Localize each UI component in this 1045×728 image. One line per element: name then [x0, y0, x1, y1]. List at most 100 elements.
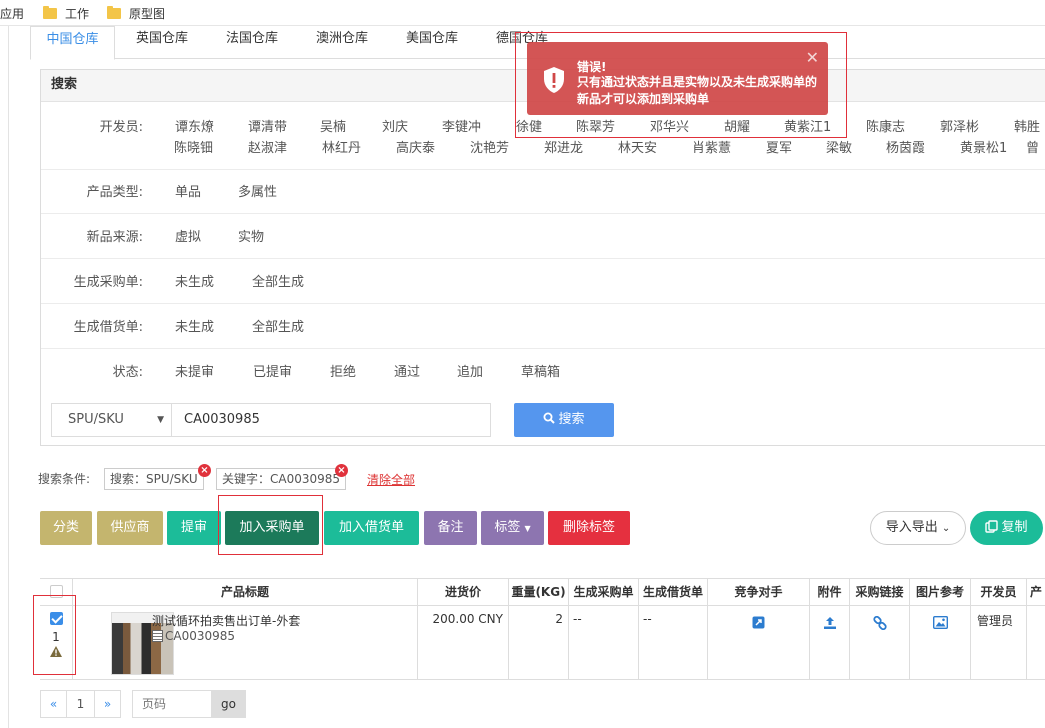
developer-option[interactable]: 郑进龙 [544, 137, 583, 156]
document-icon [152, 630, 163, 642]
developer-option[interactable]: 郭泽彬 [940, 116, 979, 135]
external-link-icon[interactable] [752, 616, 765, 629]
developer-option[interactable]: 梁敏 [826, 137, 852, 156]
developer-option[interactable]: 赵淑津 [248, 137, 287, 156]
purchase-all-generated[interactable]: 全部生成 [252, 271, 304, 290]
source-virtual[interactable]: 虚拟 [175, 226, 201, 245]
add-to-loan-button[interactable]: 加入借货单 [324, 511, 419, 545]
bookmark-prototype[interactable]: 原型图 [107, 5, 165, 22]
source-physical[interactable]: 实物 [238, 226, 264, 245]
tab-france-warehouse[interactable]: 法国仓库 [212, 26, 292, 59]
col-header-developer: 开发员 [971, 579, 1027, 606]
copy-button[interactable]: 复制 [970, 511, 1043, 545]
remove-condition-icon[interactable]: × [198, 464, 211, 477]
go-button[interactable]: go [211, 690, 246, 718]
loan-all-generated[interactable]: 全部生成 [252, 316, 304, 335]
search-button[interactable]: 搜索 [514, 403, 614, 437]
product-title-link[interactable]: 测试循环拍卖售出订单-外套 [152, 612, 300, 629]
tab-us-warehouse[interactable]: 美国仓库 [392, 26, 472, 59]
product-type-single[interactable]: 单品 [175, 181, 201, 200]
developer-option[interactable]: 韩胜 [1014, 116, 1040, 135]
status-label: 状态: [112, 365, 143, 380]
developer-option[interactable]: 高庆泰 [396, 137, 435, 156]
add-to-purchase-button[interactable]: 加入采购单 [225, 511, 319, 545]
row-loan: -- [639, 606, 708, 680]
image-icon[interactable] [932, 615, 948, 630]
developer-option[interactable]: 林红丹 [322, 137, 361, 156]
developer-option[interactable]: 谭东燎 [175, 116, 214, 135]
developer-option[interactable]: 黄景松1 [960, 137, 1007, 156]
caret-down-icon: ▼ [157, 415, 164, 425]
developer-option[interactable]: 李键冲 [442, 116, 481, 135]
status-submitted[interactable]: 已提审 [253, 361, 292, 380]
status-rejected[interactable]: 拒绝 [330, 361, 356, 380]
bookmarks-bar: 应用 工作 原型图 [0, 0, 1045, 26]
tag-dropdown-button[interactable]: 标签 ▼ [481, 511, 544, 545]
bookmark-work[interactable]: 工作 [43, 5, 89, 22]
col-header-image-ref: 图片参考 [910, 579, 971, 606]
condition-tag-type: 搜索：SPU/SKU [104, 468, 204, 490]
developer-option[interactable]: 谭清带 [248, 116, 287, 135]
close-icon[interactable]: ✕ [806, 48, 819, 67]
delete-tag-button[interactable]: 删除标签 [548, 511, 630, 545]
col-header-purchase-link: 采购链接 [850, 579, 910, 606]
product-sku: CA0030985 [152, 629, 235, 643]
table-row[interactable]: 1 测试循环拍卖售出订单-外套 CA0030985 200.00 CNY 2 -… [40, 606, 1045, 680]
product-type-multi[interactable]: 多属性 [238, 181, 277, 200]
caret-down-icon: ▼ [524, 524, 531, 533]
toast-message: 只有通过状态并且是实物以及未生成采购单的新品才可以添加到采购单 [577, 75, 818, 106]
developer-option[interactable]: 林天安 [618, 137, 657, 156]
col-header-price: 进货价 [418, 579, 509, 606]
tab-china-warehouse[interactable]: 中国仓库 [30, 26, 115, 60]
developer-option[interactable]: 陈晓钿 [174, 137, 213, 156]
search-type-select[interactable]: SPU/SKU ▼ [51, 403, 172, 437]
supplier-button[interactable]: 供应商 [97, 511, 163, 545]
divider [41, 169, 1045, 170]
upload-icon[interactable] [823, 616, 837, 630]
developer-option[interactable]: 沈艳芳 [470, 137, 509, 156]
developer-option[interactable]: 刘庆 [382, 116, 408, 135]
tab-australia-warehouse[interactable]: 澳洲仓库 [302, 26, 382, 59]
purchase-label: 生成采购单: [73, 275, 143, 290]
classify-button[interactable]: 分类 [40, 511, 92, 545]
loan-not-generated[interactable]: 未生成 [175, 316, 214, 335]
copy-icon [985, 520, 999, 533]
status-append[interactable]: 追加 [457, 361, 483, 380]
status-drafts[interactable]: 草稿箱 [521, 361, 560, 380]
row-purchase-link-cell [850, 606, 910, 680]
submit-review-button[interactable]: 提审 [167, 511, 221, 545]
page-number-input[interactable] [132, 690, 212, 718]
row-purchase: -- [569, 606, 639, 680]
link-icon[interactable] [872, 615, 887, 631]
row-developer: 管理员 [971, 606, 1027, 680]
developer-option[interactable]: 陈康志 [866, 116, 905, 135]
developers-label: 开发员: [99, 120, 143, 135]
source-label: 新品来源: [86, 230, 143, 245]
remove-condition-icon[interactable]: × [335, 464, 348, 477]
developer-option[interactable]: 夏军 [766, 137, 792, 156]
purchase-not-generated[interactable]: 未生成 [175, 271, 214, 290]
page-number-button[interactable]: 1 [66, 690, 95, 718]
developer-option[interactable]: 曾 [1026, 137, 1039, 156]
prev-page-button[interactable]: « [40, 690, 67, 718]
developer-option[interactable]: 杨茵霞 [886, 137, 925, 156]
next-page-button[interactable]: » [94, 690, 121, 718]
keyword-input[interactable]: CA0030985 [171, 403, 491, 437]
divider [41, 258, 1045, 259]
clear-all-link[interactable]: 清除全部 [367, 471, 415, 488]
highlight-frame [33, 595, 76, 675]
status-unsubmitted[interactable]: 未提审 [175, 361, 214, 380]
toast-title: 错误! [577, 60, 607, 74]
bookmark-apps[interactable]: 应用 [0, 5, 24, 22]
row-price: 200.00 CNY [418, 606, 509, 680]
col-header-title: 产品标题 [73, 579, 418, 606]
remark-button[interactable]: 备注 [424, 511, 477, 545]
tab-uk-warehouse[interactable]: 英国仓库 [122, 26, 202, 59]
page-left-border [8, 26, 9, 728]
developer-option[interactable]: 肖紫薏 [692, 137, 731, 156]
developer-option[interactable]: 吴楠 [320, 116, 346, 135]
status-approved[interactable]: 通过 [394, 361, 420, 380]
import-export-dropdown[interactable]: 导入导出 ⌄ [870, 511, 966, 545]
divider [41, 213, 1045, 214]
search-icon [543, 412, 556, 424]
